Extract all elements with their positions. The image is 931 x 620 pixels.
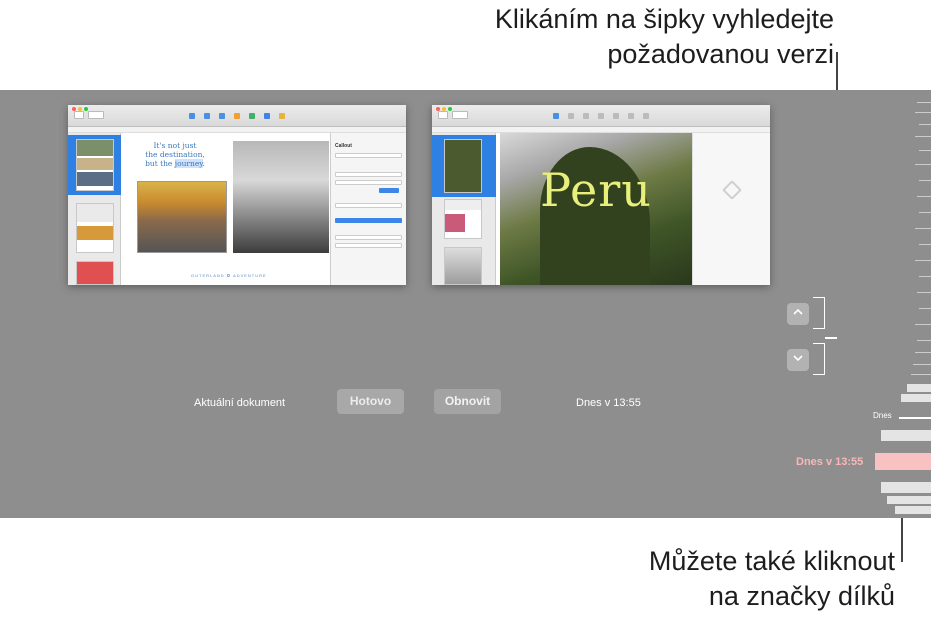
- current-document-window[interactable]: It's not just the destination, but the j…: [68, 105, 406, 285]
- timeline-tick[interactable]: [917, 340, 931, 341]
- timeline-tick[interactable]: [919, 308, 931, 309]
- done-button[interactable]: Hotovo: [337, 389, 404, 414]
- page-thumbnail[interactable]: [76, 203, 114, 253]
- timeline-tick[interactable]: [919, 180, 931, 181]
- timeline-today-label: Dnes: [873, 411, 892, 420]
- cliff-photo: [233, 141, 329, 253]
- quote-line3-pre: but the: [145, 159, 175, 168]
- toolbar-icons: [432, 113, 770, 119]
- next-version-button[interactable]: [787, 349, 809, 371]
- bracket-connector: [825, 337, 837, 339]
- timeline-tick[interactable]: [919, 124, 931, 125]
- timeline-today-marker[interactable]: [899, 417, 931, 419]
- peru-cover-photo: Peru: [500, 133, 692, 285]
- quote-line1: It's not just: [153, 141, 197, 150]
- paintbrush-icon: [722, 180, 742, 200]
- arrow-bracket: [813, 297, 825, 329]
- timeline-selected-label: Dnes v 13:55: [796, 456, 864, 468]
- arrow-bracket: [813, 343, 825, 375]
- timeline-tick[interactable]: [919, 150, 931, 151]
- restore-button[interactable]: Obnovit: [434, 389, 501, 414]
- toolbar-icons: [68, 113, 406, 119]
- format-inspector-empty: [692, 133, 770, 285]
- timeline-tick[interactable]: [913, 364, 931, 365]
- timeline-tick[interactable]: [907, 384, 931, 392]
- timeline-tick[interactable]: [917, 102, 931, 103]
- page-thumbnail[interactable]: [76, 139, 114, 191]
- page-thumbnails: [432, 133, 496, 285]
- callout-arrows: Klikáním na šipky vyhledejte požadovanou…: [495, 2, 834, 72]
- timeline-tick[interactable]: [881, 482, 931, 493]
- timeline-tick[interactable]: [915, 352, 931, 353]
- window-toolbar: [432, 105, 770, 127]
- callout-arrows-line2: požadovanou verzi: [607, 39, 834, 69]
- page-thumbnails: [68, 133, 121, 285]
- page-thumbnail[interactable]: [444, 139, 482, 193]
- window-toolbar: [68, 105, 406, 127]
- timeline-tick[interactable]: [901, 394, 931, 402]
- timeline-tick[interactable]: [887, 496, 931, 504]
- quote-line2: the destination,: [145, 150, 205, 159]
- chevron-down-icon: [793, 354, 803, 365]
- version-timestamp-label: Dnes v 13:55: [576, 397, 641, 409]
- timeline-tick[interactable]: [911, 374, 931, 375]
- cover-title: Peru: [540, 163, 652, 217]
- timeline-tick[interactable]: [915, 260, 931, 261]
- inspector-title: Callout: [335, 143, 352, 149]
- quote-line3-post: .: [202, 159, 205, 168]
- market-photo: [137, 181, 227, 253]
- callout-ticks: Můžete také kliknout na značky dílků: [649, 544, 895, 614]
- callout-arrows-line1: Klikáním na šipky vyhledejte: [494, 4, 834, 34]
- chevron-up-icon: [793, 308, 803, 319]
- version-document-window[interactable]: Peru: [432, 105, 770, 285]
- timeline-tick[interactable]: [917, 196, 931, 197]
- page-thumbnail[interactable]: [76, 261, 114, 285]
- timeline-tick[interactable]: [915, 228, 931, 229]
- timeline-tick[interactable]: [895, 506, 931, 514]
- footer-brand: OUTERLAND ✪ ADVENTURE: [191, 273, 267, 278]
- timeline-tick[interactable]: [919, 244, 931, 245]
- timeline-tick[interactable]: [919, 212, 931, 213]
- timeline-tick[interactable]: [915, 112, 931, 113]
- previous-version-button[interactable]: [787, 303, 809, 325]
- document-page: It's not just the destination, but the j…: [121, 133, 330, 285]
- timeline-tick[interactable]: [915, 324, 931, 325]
- quote-highlight: journey: [174, 159, 203, 168]
- pull-quote: It's not just the destination, but the j…: [133, 141, 217, 168]
- timeline-tick[interactable]: [915, 164, 931, 165]
- page-thumbnail[interactable]: [444, 247, 482, 285]
- timeline-tick[interactable]: [915, 136, 931, 137]
- page-thumbnail[interactable]: [444, 199, 482, 239]
- timeline-tick[interactable]: [881, 430, 931, 441]
- timeline-tick[interactable]: [919, 276, 931, 277]
- callout-ticks-line1: Můžete také kliknout: [648, 546, 895, 576]
- format-inspector: Callout: [330, 133, 406, 285]
- current-document-label: Aktuální dokument: [194, 397, 286, 409]
- timeline-tick-selected[interactable]: [875, 453, 931, 470]
- callout-ticks-line2: na značky dílků: [708, 581, 895, 611]
- timeline-tick[interactable]: [917, 292, 931, 293]
